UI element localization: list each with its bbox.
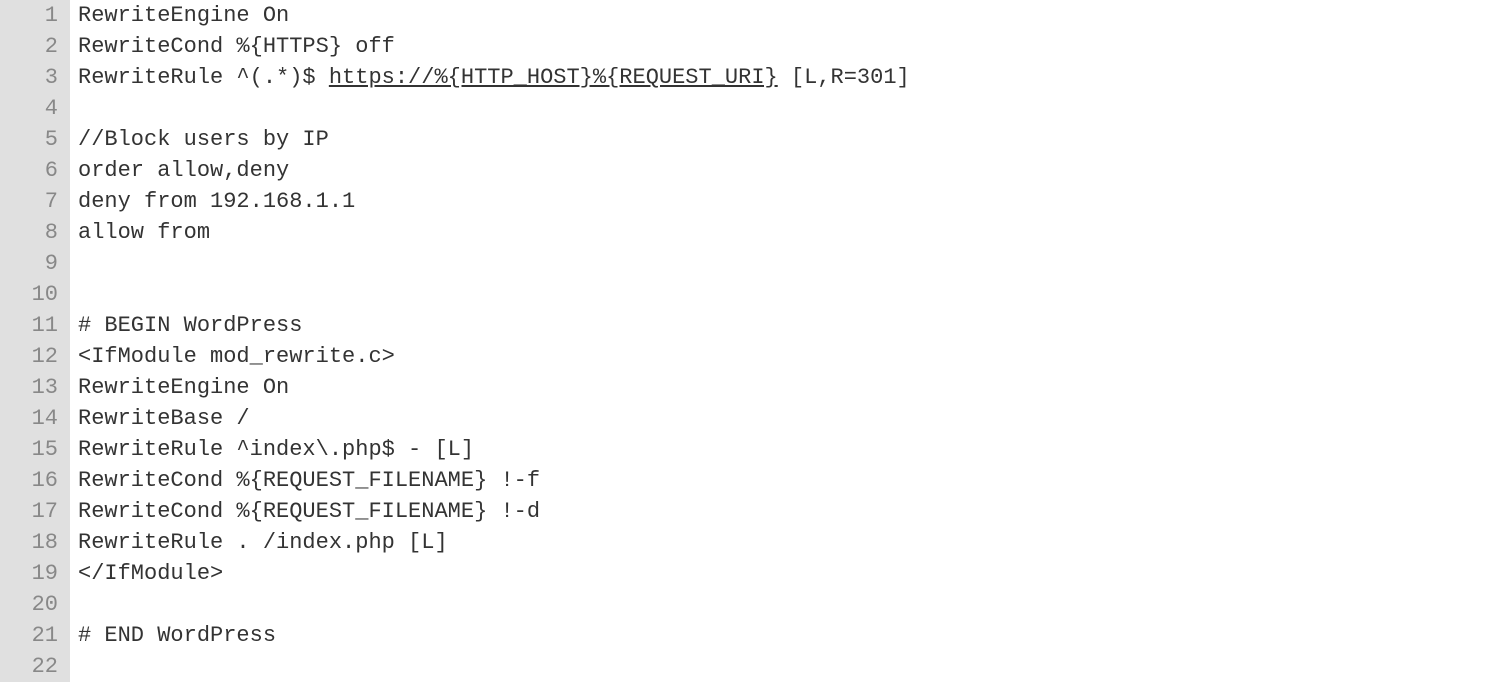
code-line[interactable]: 4 bbox=[0, 93, 1500, 124]
line-number: 12 bbox=[0, 341, 70, 372]
line-number: 13 bbox=[0, 372, 70, 403]
code-text-segment: RewriteEngine On bbox=[78, 375, 289, 400]
line-content[interactable]: RewriteBase / bbox=[70, 403, 250, 434]
code-line[interactable]: 3RewriteRule ^(.*)$ https://%{HTTP_HOST}… bbox=[0, 62, 1500, 93]
code-line[interactable]: 12 <IfModule mod_rewrite.c> bbox=[0, 341, 1500, 372]
line-content[interactable]: allow from bbox=[70, 217, 210, 248]
line-number: 18 bbox=[0, 527, 70, 558]
code-line[interactable]: 6 order allow,deny bbox=[0, 155, 1500, 186]
line-content[interactable]: RewriteEngine On bbox=[70, 372, 289, 403]
code-line[interactable]: 1 RewriteEngine On bbox=[0, 0, 1500, 31]
code-line[interactable]: 11 # BEGIN WordPress bbox=[0, 310, 1500, 341]
line-number: 11 bbox=[0, 310, 70, 341]
code-text-segment: # BEGIN WordPress bbox=[78, 313, 302, 338]
code-line[interactable]: 9 bbox=[0, 248, 1500, 279]
code-line[interactable]: 5 //Block users by IP bbox=[0, 124, 1500, 155]
line-content[interactable]: # END WordPress bbox=[70, 620, 276, 651]
code-line[interactable]: 15 RewriteRule ^index\.php$ - [L] bbox=[0, 434, 1500, 465]
line-number: 10 bbox=[0, 279, 70, 310]
code-text-segment: RewriteCond %{REQUEST_FILENAME} !-d bbox=[78, 499, 540, 524]
code-line[interactable]: 14 RewriteBase / bbox=[0, 403, 1500, 434]
line-content[interactable]: RewriteCond %{REQUEST_FILENAME} !-d bbox=[70, 496, 540, 527]
line-number: 6 bbox=[0, 155, 70, 186]
line-number: 16 bbox=[0, 465, 70, 496]
line-content[interactable] bbox=[70, 93, 78, 124]
code-text-segment: # END WordPress bbox=[78, 623, 276, 648]
line-number: 15 bbox=[0, 434, 70, 465]
line-content[interactable]: RewriteCond %{REQUEST_FILENAME} !-f bbox=[70, 465, 540, 496]
line-number: 4 bbox=[0, 93, 70, 124]
line-number: 20 bbox=[0, 589, 70, 620]
code-text-segment: <IfModule mod_rewrite.c> bbox=[78, 344, 395, 369]
code-text-segment: deny from 192.168.1.1 bbox=[78, 189, 355, 214]
line-number: 21 bbox=[0, 620, 70, 651]
line-content[interactable] bbox=[70, 589, 78, 620]
line-number: 1 bbox=[0, 0, 70, 31]
line-number: 17 bbox=[0, 496, 70, 527]
code-text-segment: order allow,deny bbox=[78, 158, 289, 183]
line-number: 14 bbox=[0, 403, 70, 434]
line-number: 22 bbox=[0, 651, 70, 682]
code-line[interactable]: 8 allow from bbox=[0, 217, 1500, 248]
line-number: 5 bbox=[0, 124, 70, 155]
line-content[interactable]: deny from 192.168.1.1 bbox=[70, 186, 355, 217]
code-line[interactable]: 16 RewriteCond %{REQUEST_FILENAME} !-f bbox=[0, 465, 1500, 496]
code-text-segment: RewriteRule ^index\.php$ - [L] bbox=[78, 437, 474, 462]
code-text-segment: RewriteEngine On bbox=[78, 3, 289, 28]
line-content[interactable]: RewriteCond %{HTTPS} off bbox=[70, 31, 395, 62]
code-text-segment: RewriteCond %{REQUEST_FILENAME} !-f bbox=[78, 468, 540, 493]
code-line[interactable]: 2 RewriteCond %{HTTPS} off bbox=[0, 31, 1500, 62]
line-number: 8 bbox=[0, 217, 70, 248]
line-content[interactable]: RewriteRule ^(.*)$ https://%{HTTP_HOST}%… bbox=[70, 62, 910, 93]
code-text-segment: RewriteRule . /index.php [L] bbox=[78, 530, 448, 555]
code-line[interactable]: 20 bbox=[0, 589, 1500, 620]
code-text-segment: RewriteCond %{HTTPS} off bbox=[78, 34, 395, 59]
code-text-segment: [L,R=301] bbox=[778, 65, 910, 90]
code-text-segment: </IfModule> bbox=[78, 561, 223, 586]
line-number: 7 bbox=[0, 186, 70, 217]
code-text-segment: RewriteRule ^(.*)$ bbox=[78, 65, 329, 90]
code-text-segment: //Block users by IP bbox=[78, 127, 329, 152]
code-text-segment: RewriteBase / bbox=[78, 406, 250, 431]
code-line[interactable]: 17 RewriteCond %{REQUEST_FILENAME} !-d bbox=[0, 496, 1500, 527]
line-content[interactable]: # BEGIN WordPress bbox=[70, 310, 302, 341]
line-number: 19 bbox=[0, 558, 70, 589]
code-line[interactable]: 10 bbox=[0, 279, 1500, 310]
code-line[interactable]: 7 deny from 192.168.1.1 bbox=[0, 186, 1500, 217]
code-line[interactable]: 21 # END WordPress bbox=[0, 620, 1500, 651]
line-content[interactable] bbox=[70, 279, 78, 310]
code-editor[interactable]: 1 RewriteEngine On 2 RewriteCond %{HTTPS} o… bbox=[0, 0, 1500, 682]
line-number: 3 bbox=[0, 62, 70, 93]
line-number: 2 bbox=[0, 31, 70, 62]
line-content[interactable] bbox=[70, 651, 78, 682]
code-line[interactable]: 13 RewriteEngine On bbox=[0, 372, 1500, 403]
code-line[interactable]: 19 </IfModule> bbox=[0, 558, 1500, 589]
code-line[interactable]: 18 RewriteRule . /index.php [L] bbox=[0, 527, 1500, 558]
line-content[interactable]: RewriteRule ^index\.php$ - [L] bbox=[70, 434, 474, 465]
line-content[interactable]: </IfModule> bbox=[70, 558, 223, 589]
line-content[interactable]: <IfModule mod_rewrite.c> bbox=[70, 341, 395, 372]
line-content[interactable] bbox=[70, 248, 78, 279]
line-content[interactable]: order allow,deny bbox=[70, 155, 289, 186]
line-content[interactable]: RewriteEngine On bbox=[70, 0, 289, 31]
code-text-segment: allow from bbox=[78, 220, 210, 245]
line-number: 9 bbox=[0, 248, 70, 279]
code-link-segment[interactable]: https://%{HTTP_HOST}%{REQUEST_URI} bbox=[329, 65, 778, 90]
code-line[interactable]: 22 bbox=[0, 651, 1500, 682]
line-content[interactable]: //Block users by IP bbox=[70, 124, 329, 155]
line-content[interactable]: RewriteRule . /index.php [L] bbox=[70, 527, 448, 558]
